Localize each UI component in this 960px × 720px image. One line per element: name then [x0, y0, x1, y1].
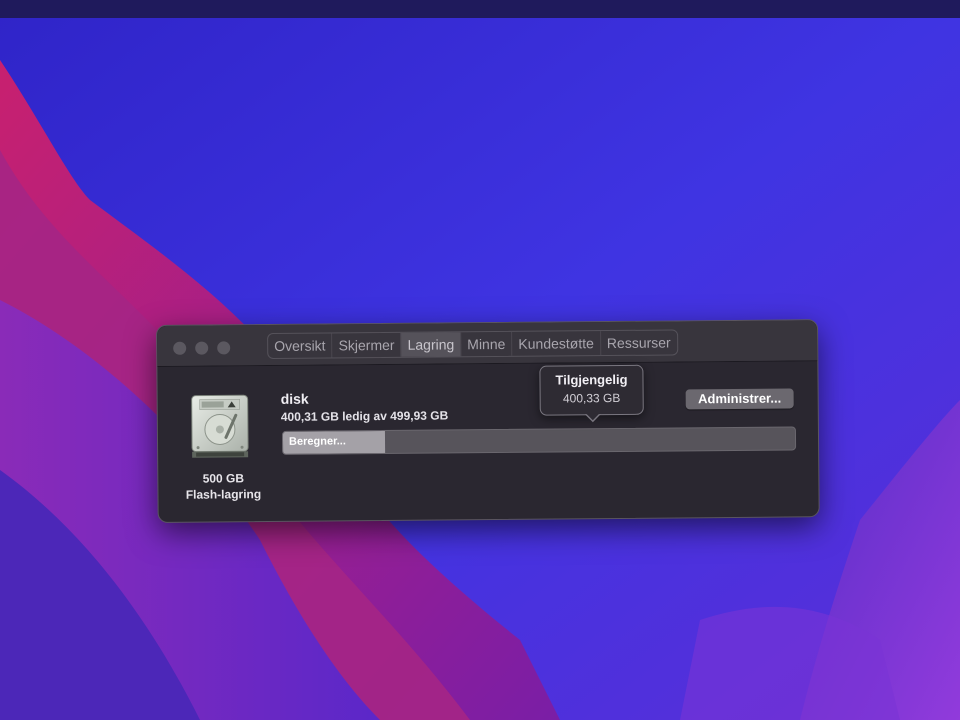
storage-usage-bar[interactable]: Beregner...: [281, 426, 797, 455]
storage-calculating-label: Beregner...: [288, 435, 346, 448]
internal-drive-icon: [191, 394, 249, 458]
tooltip-title: Tilgjengelig: [555, 371, 628, 388]
disk-capacity: 500 GB: [202, 471, 245, 486]
tab-overview[interactable]: Oversikt: [268, 333, 333, 359]
window-titlebar: Oversikt Skjermer Lagring Minne Kundestø…: [157, 320, 818, 367]
tab-storage[interactable]: Lagring: [401, 332, 462, 357]
minimize-window-button[interactable]: [195, 341, 209, 355]
zoom-window-button[interactable]: [217, 341, 231, 355]
tab-bar: Oversikt Skjermer Lagring Minne Kundestø…: [267, 329, 678, 360]
disk-name: disk: [280, 390, 309, 407]
disk-capacity-label: 500 GB Flash-lagring: [178, 470, 268, 503]
close-window-button[interactable]: [173, 341, 187, 355]
tab-support[interactable]: Kundestøtte: [512, 331, 601, 356]
about-this-mac-window: Oversikt Skjermer Lagring Minne Kundestø…: [156, 319, 820, 523]
tooltip-value: 400,33 GB: [562, 390, 621, 406]
disk-free-space: 400,31 GB ledig av 499,93 GB: [280, 408, 449, 424]
tab-resources[interactable]: Ressurser: [601, 330, 677, 355]
tab-memory[interactable]: Minne: [461, 331, 513, 357]
disk-type: Flash-lagring: [185, 487, 262, 502]
tooltip-pointer-fill: [585, 413, 600, 421]
manage-storage-button[interactable]: Administrer...: [685, 388, 794, 410]
available-space-tooltip: Tilgjengelig 400,33 GB: [539, 364, 644, 423]
tab-displays[interactable]: Skjermer: [332, 332, 402, 358]
